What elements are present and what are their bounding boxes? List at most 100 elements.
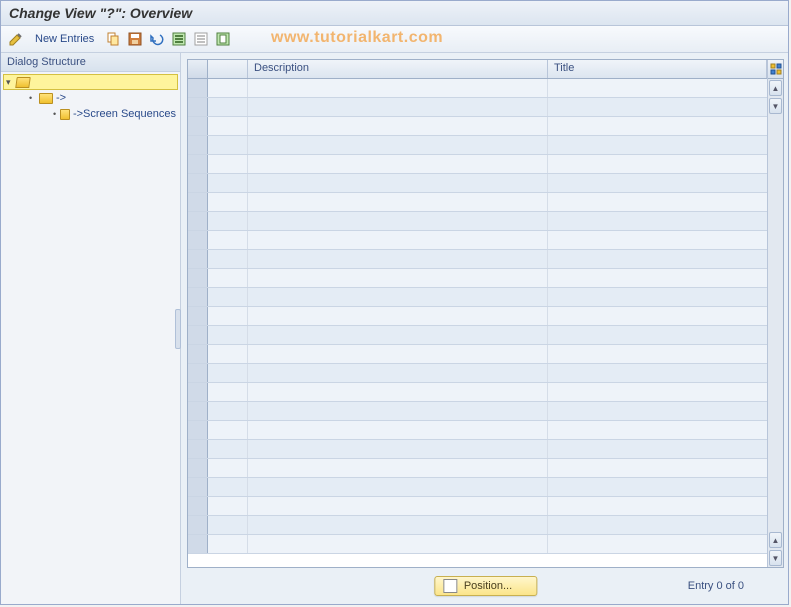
row-selector[interactable] [188,231,208,249]
cell-title[interactable] [548,345,767,363]
cell-title[interactable] [548,421,767,439]
table-row[interactable] [188,459,767,478]
table-row[interactable] [188,117,767,136]
cell-title[interactable] [548,136,767,154]
cell-blank[interactable] [208,364,248,382]
table-row[interactable] [188,155,767,174]
cell-title[interactable] [548,288,767,306]
cell-description[interactable] [248,288,548,306]
row-selector[interactable] [188,421,208,439]
cell-title[interactable] [548,326,767,344]
row-selector[interactable] [188,516,208,534]
row-selector[interactable] [188,459,208,477]
row-selector[interactable] [188,117,208,135]
row-selector[interactable] [188,364,208,382]
cell-title[interactable] [548,478,767,496]
cell-title[interactable] [548,383,767,401]
cell-title[interactable] [548,497,767,515]
table-row[interactable] [188,288,767,307]
table-row[interactable] [188,79,767,98]
cell-blank[interactable] [208,288,248,306]
cell-blank[interactable] [208,307,248,325]
deselect-all-icon[interactable] [192,30,210,48]
cell-description[interactable] [248,497,548,515]
row-selector[interactable] [188,212,208,230]
select-column-header[interactable] [188,60,208,78]
cell-title[interactable] [548,155,767,173]
row-selector[interactable] [188,440,208,458]
cell-blank[interactable] [208,383,248,401]
cell-description[interactable] [248,516,548,534]
row-selector[interactable] [188,136,208,154]
cell-description[interactable] [248,269,548,287]
cell-description[interactable] [248,212,548,230]
row-selector[interactable] [188,269,208,287]
table-row[interactable] [188,250,767,269]
table-row[interactable] [188,364,767,383]
table-row[interactable] [188,478,767,497]
cell-description[interactable] [248,459,548,477]
table-row[interactable] [188,212,767,231]
scroll-down-icon[interactable]: ▼ [769,98,782,114]
table-row[interactable] [188,383,767,402]
table-row[interactable] [188,307,767,326]
row-selector[interactable] [188,174,208,192]
row-selector[interactable] [188,383,208,401]
new-entries-button[interactable]: New Entries [29,31,100,47]
cell-title[interactable] [548,364,767,382]
cell-blank[interactable] [208,79,248,97]
row-selector[interactable] [188,478,208,496]
splitter-handle[interactable] [175,309,181,349]
cell-description[interactable] [248,250,548,268]
table-row[interactable] [188,402,767,421]
table-row[interactable] [188,535,767,554]
cell-blank[interactable] [208,98,248,116]
cell-title[interactable] [548,98,767,116]
table-row[interactable] [188,174,767,193]
cell-blank[interactable] [208,136,248,154]
row-selector[interactable] [188,326,208,344]
table-settings-icon[interactable] [768,60,783,79]
table-row[interactable] [188,440,767,459]
cell-title[interactable] [548,250,767,268]
row-selector[interactable] [188,497,208,515]
cell-description[interactable] [248,155,548,173]
row-selector[interactable] [188,193,208,211]
cell-blank[interactable] [208,193,248,211]
cell-title[interactable] [548,212,767,230]
row-selector[interactable] [188,79,208,97]
cell-description[interactable] [248,345,548,363]
row-selector[interactable] [188,98,208,116]
cell-title[interactable] [548,535,767,553]
table-row[interactable] [188,136,767,155]
print-icon[interactable] [214,30,232,48]
row-selector[interactable] [188,155,208,173]
cell-description[interactable] [248,193,548,211]
table-row[interactable] [188,98,767,117]
scroll-down2-icon[interactable]: ▼ [769,550,782,566]
cell-description[interactable] [248,421,548,439]
cell-blank[interactable] [208,174,248,192]
cell-title[interactable] [548,402,767,420]
cell-blank[interactable] [208,459,248,477]
cell-description[interactable] [248,326,548,344]
cell-description[interactable] [248,79,548,97]
row-selector[interactable] [188,250,208,268]
cell-blank[interactable] [208,535,248,553]
scroll-up-icon[interactable]: ▲ [769,80,782,96]
cell-description[interactable] [248,383,548,401]
cell-blank[interactable] [208,212,248,230]
cell-title[interactable] [548,459,767,477]
cell-description[interactable] [248,117,548,135]
vertical-scrollbar[interactable]: ▲ ▼ ▲ ▼ [767,60,783,567]
scroll-up2-icon[interactable]: ▲ [769,532,782,548]
cell-description[interactable] [248,440,548,458]
cell-title[interactable] [548,193,767,211]
cell-blank[interactable] [208,250,248,268]
cell-description[interactable] [248,364,548,382]
save-icon[interactable] [126,30,144,48]
cell-blank[interactable] [208,269,248,287]
tree-node-root[interactable]: ▾ [3,74,178,90]
cell-description[interactable] [248,174,548,192]
cell-blank[interactable] [208,155,248,173]
